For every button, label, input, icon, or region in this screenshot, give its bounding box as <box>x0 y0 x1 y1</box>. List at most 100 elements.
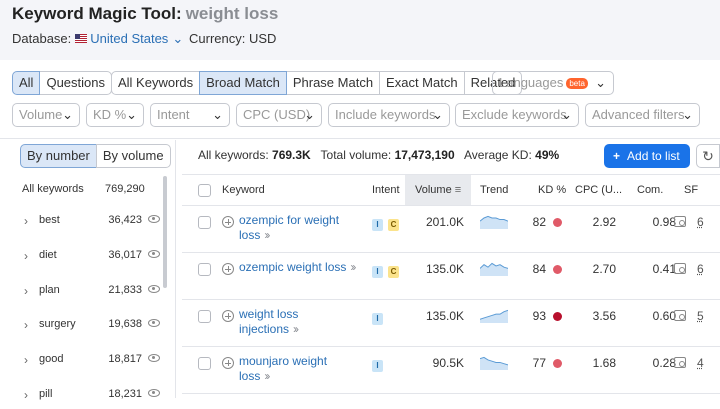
intent-filter[interactable]: Intent ⌄ <box>150 103 230 127</box>
tab-all[interactable]: All <box>12 71 41 95</box>
by-volume-button[interactable]: By volume <box>95 144 171 168</box>
chevron-right-icon[interactable]: › <box>24 353 28 367</box>
keyword-link[interactable]: weight loss injections ›› <box>239 307 357 337</box>
intent-badge: C <box>388 219 399 231</box>
add-to-list-button[interactable]: + Add to list <box>604 144 690 168</box>
double-chevron-icon[interactable]: ›› <box>293 322 299 336</box>
eye-icon[interactable] <box>148 284 160 293</box>
cpc-column-header[interactable]: CPC (U... <box>575 184 622 196</box>
select-all-checkbox[interactable] <box>198 184 211 197</box>
keyword-column-header[interactable]: Keyword <box>222 184 265 196</box>
double-chevron-icon[interactable]: ›› <box>350 260 356 274</box>
chevron-down-icon: ⌄ <box>126 107 137 122</box>
refresh-icon: ↻ <box>702 148 714 164</box>
trend-column-header[interactable]: Trend <box>480 184 508 196</box>
row-checkbox[interactable] <box>198 357 211 370</box>
keyword-link[interactable]: ozempic weight loss ›› <box>239 260 357 275</box>
chevron-right-icon[interactable]: › <box>24 214 28 228</box>
eye-icon[interactable] <box>148 249 160 258</box>
include-keywords-filter[interactable]: Include keywords ⌄ <box>328 103 450 127</box>
add-keyword-icon[interactable] <box>222 263 234 275</box>
keyword-group-item[interactable]: › plan 21,833 <box>0 277 168 305</box>
table-row: weight loss injections ›› I 135.0K 93 3.56 0.6… <box>182 300 720 347</box>
keyword-text[interactable]: mounjaro weight loss <box>239 354 327 383</box>
chevron-right-icon[interactable]: › <box>24 318 28 332</box>
intent-filter-label: Intent <box>157 107 190 122</box>
row-checkbox[interactable] <box>198 263 211 276</box>
group-name: diet <box>39 248 57 261</box>
tab-broad-match[interactable]: Broad Match <box>199 71 287 95</box>
add-keyword-icon[interactable] <box>222 357 234 369</box>
intent-badge: I <box>372 266 383 278</box>
tab-phrase-match[interactable]: Phrase Match <box>285 71 381 95</box>
keyword-link[interactable]: ozempic for weight loss ›› <box>239 213 357 243</box>
advanced-filter-label: Advanced filters <box>592 107 685 122</box>
serp-features-count[interactable]: 6 <box>697 262 704 276</box>
keyword-text[interactable]: ozempic for weight loss <box>239 213 339 242</box>
keyword-text[interactable]: ozempic weight loss <box>239 260 346 274</box>
by-number-button[interactable]: By number <box>20 144 97 168</box>
serp-features-count[interactable]: 5 <box>697 309 704 323</box>
keyword-group-item[interactable]: › pill 18,231 <box>0 381 168 409</box>
double-chevron-icon[interactable]: ›› <box>264 228 270 242</box>
serp-features-icon[interactable] <box>674 357 686 368</box>
keyword-group-item[interactable]: › diet 36,017 <box>0 242 168 270</box>
serp-features-icon[interactable] <box>674 310 686 321</box>
chevron-right-icon[interactable]: › <box>24 284 28 298</box>
row-checkbox[interactable] <box>198 310 211 323</box>
eye-icon[interactable] <box>148 215 160 223</box>
add-keyword-icon[interactable] <box>222 310 234 322</box>
all-keywords-value: 769.3K <box>272 148 311 162</box>
com-column-header[interactable]: Com. <box>637 184 663 196</box>
refresh-button[interactable]: ↻ <box>696 144 720 168</box>
kd-difficulty-dot <box>553 312 562 321</box>
group-name: plan <box>39 283 60 296</box>
tab-exact-match[interactable]: Exact Match <box>379 71 465 95</box>
keyword-group-item[interactable]: › good 18,817 <box>0 346 168 374</box>
kd-column-header[interactable]: KD % <box>538 184 566 196</box>
volume-header-label: Volume <box>415 184 452 196</box>
kd-filter[interactable]: KD % ⌄ <box>86 103 144 127</box>
serp-features-icon[interactable] <box>674 216 686 227</box>
row-checkbox[interactable] <box>198 216 211 229</box>
cpc-value: 2.92 <box>592 215 616 229</box>
languages-dropdown[interactable]: Languages beta ⌄ <box>492 71 614 95</box>
keyword-group-item[interactable]: › surgery 19,638 <box>0 311 168 339</box>
volume-filter-label: Volume <box>19 107 63 122</box>
intent-column-header[interactable]: Intent <box>372 184 400 196</box>
volume-filter[interactable]: Volume ⌄ <box>12 103 80 127</box>
eye-icon[interactable] <box>148 354 160 363</box>
chevron-right-icon[interactable]: › <box>24 388 28 402</box>
keyword-group-item[interactable]: › best 36,423 <box>0 207 168 235</box>
include-filter-label: Include keywords <box>335 107 436 122</box>
cpc-value: 2.70 <box>592 262 616 276</box>
database-selector[interactable]: Database: United States ⌄ <box>12 31 183 47</box>
database-value[interactable]: United States <box>90 31 168 46</box>
eye-icon[interactable] <box>148 319 160 328</box>
add-keyword-icon[interactable] <box>222 216 234 228</box>
exclude-keywords-filter[interactable]: Exclude keywords ⌄ <box>455 103 579 127</box>
sf-column-header[interactable]: SF <box>684 184 698 196</box>
chevron-down-icon: ⌄ <box>595 75 606 90</box>
serp-features-icon[interactable] <box>674 263 686 274</box>
eye-icon[interactable] <box>148 389 160 397</box>
serp-features-count[interactable]: 6 <box>697 215 704 229</box>
volume-column-header[interactable]: Volume ≡ <box>415 184 461 196</box>
cpc-filter[interactable]: CPC (USD) ⌄ <box>236 103 322 127</box>
advanced-filters[interactable]: Advanced filters ⌄ <box>585 103 700 127</box>
database-label: Database: <box>12 31 72 46</box>
chevron-right-icon[interactable]: › <box>24 249 28 263</box>
chevron-down-icon: ⌄ <box>561 107 572 122</box>
chevron-down-icon[interactable]: ⌄ <box>172 31 183 46</box>
volume-value: 201.0K <box>426 215 465 229</box>
serp-features-count[interactable]: 4 <box>697 356 704 370</box>
tab-questions[interactable]: Questions <box>39 71 112 95</box>
keyword-link[interactable]: mounjaro weight loss ›› <box>239 354 357 384</box>
tab-all-keywords[interactable]: All Keywords <box>111 71 201 95</box>
intent-badge: C <box>388 266 399 278</box>
double-chevron-icon[interactable]: ›› <box>264 369 270 383</box>
kd-difficulty-dot <box>553 359 562 368</box>
all-keywords-label[interactable]: All keywords <box>22 183 84 195</box>
keyword-text[interactable]: weight loss injections <box>239 307 298 336</box>
group-name: pill <box>39 388 53 400</box>
